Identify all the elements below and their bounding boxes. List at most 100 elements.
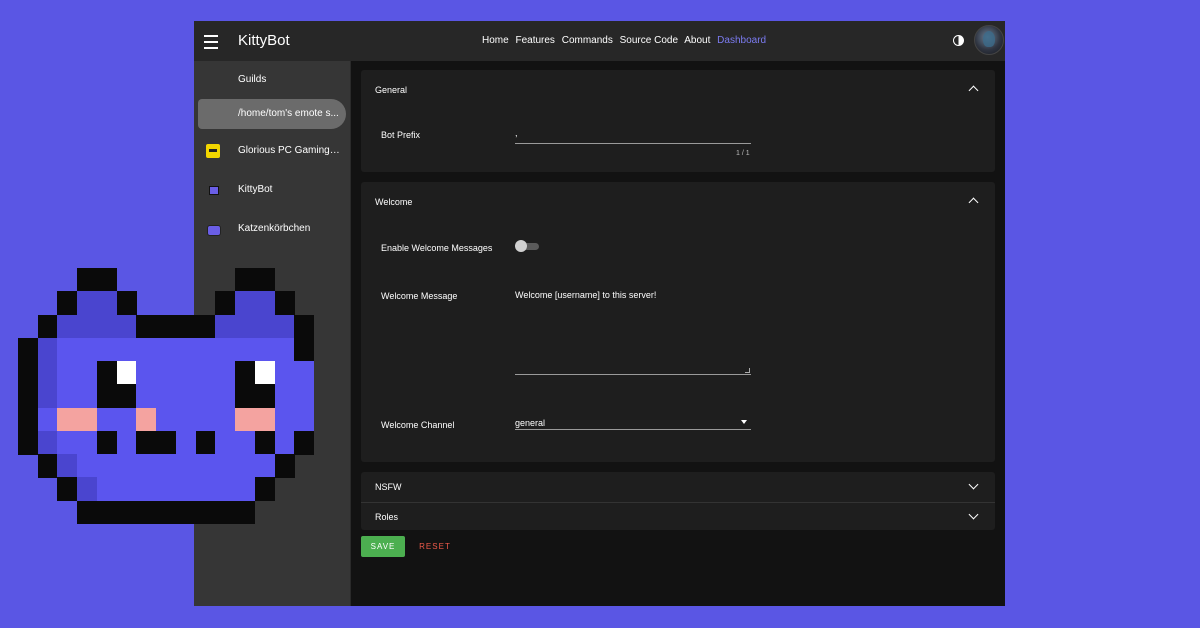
mascot-pixel bbox=[37, 454, 58, 478]
sidebar-item-glorious[interactable]: Glorious PC Gaming ... bbox=[198, 136, 346, 166]
mascot-pixel bbox=[96, 430, 118, 455]
chevron-down-icon[interactable] bbox=[968, 479, 979, 490]
mascot-pixel bbox=[195, 477, 216, 502]
welcome-message-text: Welcome [username] to this server! bbox=[515, 290, 657, 300]
sidebar-item-home-tom-emote[interactable]: /home/tom's emote s... bbox=[198, 99, 346, 129]
mascot-pixel bbox=[116, 361, 137, 385]
settings-content: General Bot Prefix , 1 / 1 Welcome Enabl… bbox=[351, 61, 1005, 606]
sidebar-heading-guilds: Guilds bbox=[238, 74, 267, 85]
welcome-channel-label: Welcome Channel bbox=[381, 420, 455, 430]
nav-commands[interactable]: Commands bbox=[562, 35, 613, 46]
mascot-pixel bbox=[215, 477, 236, 502]
enable-welcome-label: Enable Welcome Messages bbox=[381, 243, 493, 253]
mascot-pixel bbox=[235, 430, 256, 455]
mascot-pixel bbox=[57, 477, 78, 502]
chevron-up-icon[interactable] bbox=[968, 85, 979, 96]
chevron-up-icon[interactable] bbox=[968, 197, 979, 208]
save-button[interactable]: SAVE bbox=[361, 536, 405, 557]
mascot-pixel bbox=[136, 477, 157, 502]
nav-features[interactable]: Features bbox=[515, 35, 554, 46]
welcome-message-label: Welcome Message bbox=[381, 291, 458, 301]
mascot-pixel bbox=[195, 361, 216, 385]
toggle-thumb bbox=[515, 240, 527, 252]
mascot-pixel bbox=[195, 454, 216, 478]
sidebar-item-kittybot[interactable]: KittyBot bbox=[198, 175, 346, 205]
mascot-pixel bbox=[18, 361, 39, 385]
mascot-pixel bbox=[18, 407, 39, 432]
mascot-pixel bbox=[215, 314, 236, 339]
mascot-pixel bbox=[37, 361, 58, 385]
mascot-pixel bbox=[136, 454, 157, 478]
mascot-pixel bbox=[215, 500, 236, 525]
mascot-pixel bbox=[77, 291, 98, 316]
welcome-channel-value: general bbox=[515, 418, 546, 428]
mascot-pixel bbox=[96, 454, 118, 478]
mascot-pixel bbox=[195, 407, 216, 432]
mascot-pixel bbox=[77, 477, 98, 502]
welcome-message-textarea[interactable]: Welcome [username] to this server! bbox=[515, 284, 751, 375]
mascot-pixel bbox=[235, 454, 256, 478]
hamburger-menu-icon[interactable] bbox=[204, 31, 218, 51]
chevron-down-icon[interactable] bbox=[968, 509, 979, 520]
mascot-pixel bbox=[77, 430, 98, 455]
mascot-pixel bbox=[136, 500, 157, 525]
sidebar-item-katzenkorbchen[interactable]: Katzenkörbchen bbox=[198, 214, 346, 244]
caret-down-icon bbox=[741, 420, 747, 424]
mascot-pixel bbox=[18, 337, 39, 362]
mascot-pixel bbox=[215, 430, 236, 455]
mascot-pixel bbox=[215, 454, 236, 478]
mascot-pixel bbox=[18, 430, 39, 455]
mascot-pixel bbox=[156, 337, 177, 362]
mascot-pixel bbox=[156, 407, 177, 432]
mascot-pixel bbox=[96, 384, 118, 409]
mascot-pixel bbox=[77, 384, 98, 409]
user-avatar[interactable] bbox=[974, 25, 1004, 55]
mascot-pixel bbox=[254, 291, 276, 316]
mascot-pixel bbox=[274, 384, 295, 409]
nav-dashboard[interactable]: Dashboard bbox=[717, 35, 766, 46]
mascot-pixel bbox=[254, 407, 276, 432]
mascot-pixel bbox=[57, 337, 78, 362]
mascot-pixel bbox=[235, 384, 256, 409]
mascot-pixel bbox=[215, 337, 236, 362]
mascot-pixel bbox=[156, 477, 177, 502]
nsfw-panel-title: NSFW bbox=[375, 482, 402, 492]
nav-home[interactable]: Home bbox=[482, 35, 509, 46]
mascot-pixel bbox=[96, 314, 118, 339]
mascot-pixel bbox=[175, 314, 197, 339]
mascot-pixel bbox=[195, 337, 216, 362]
mascot-pixel bbox=[116, 314, 137, 339]
katzenkorbchen-guild-icon bbox=[206, 222, 221, 236]
mascot-pixel bbox=[18, 384, 39, 409]
mascot-pixel bbox=[294, 337, 315, 362]
nav-about[interactable]: About bbox=[684, 35, 710, 46]
mascot-pixel bbox=[235, 291, 256, 316]
mascot-pixel bbox=[156, 500, 177, 525]
mascot-pixel bbox=[57, 314, 78, 339]
mascot-pixel bbox=[77, 361, 98, 385]
mascot-pixel bbox=[175, 500, 197, 525]
nsfw-panel[interactable]: NSFW bbox=[361, 472, 995, 502]
mascot-pixel bbox=[254, 384, 276, 409]
enable-welcome-toggle[interactable] bbox=[515, 240, 539, 252]
contrast-icon[interactable] bbox=[953, 35, 964, 46]
mascot-pixel bbox=[274, 337, 295, 362]
mascot-pixel bbox=[96, 291, 118, 316]
mascot-pixel bbox=[37, 384, 58, 409]
reset-button[interactable]: RESET bbox=[413, 536, 457, 557]
nav-source-code[interactable]: Source Code bbox=[620, 35, 678, 46]
mascot-pixel bbox=[195, 314, 216, 339]
bot-prefix-input[interactable]: , bbox=[515, 128, 751, 144]
sidebar-item-label: Glorious PC Gaming ... bbox=[238, 145, 340, 156]
resize-grip-icon[interactable] bbox=[745, 368, 750, 373]
welcome-channel-select[interactable]: general bbox=[515, 413, 751, 430]
mascot-pixel bbox=[116, 430, 137, 455]
mascot-pixel bbox=[175, 337, 197, 362]
roles-panel-title: Roles bbox=[375, 512, 399, 522]
kittybot-guild-icon bbox=[206, 183, 220, 197]
roles-panel[interactable]: Roles bbox=[361, 502, 995, 530]
mascot-pixel bbox=[57, 291, 78, 316]
mascot-pixel bbox=[215, 361, 236, 385]
general-panel: General Bot Prefix , 1 / 1 bbox=[361, 70, 995, 172]
mascot-pixel bbox=[116, 384, 137, 409]
